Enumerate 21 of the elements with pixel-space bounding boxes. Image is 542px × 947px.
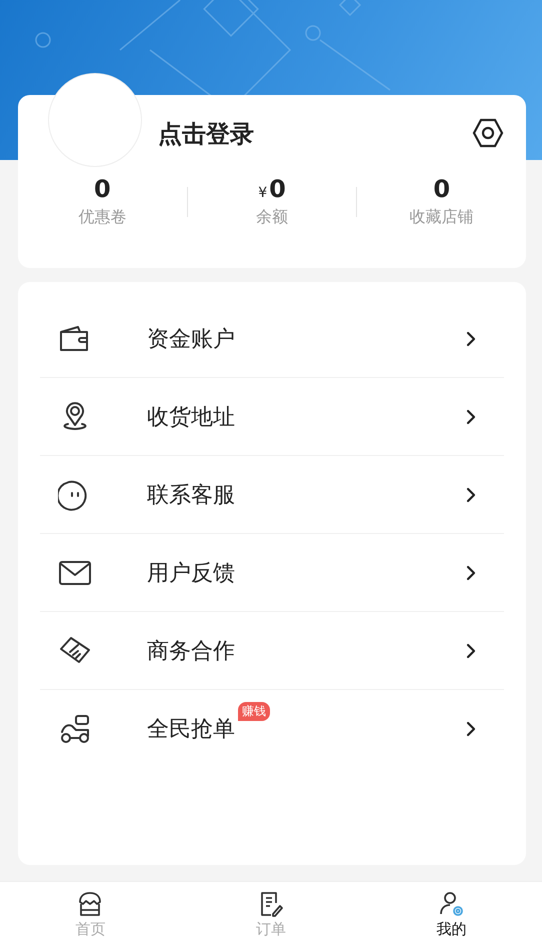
chevron-right-icon — [464, 486, 478, 504]
currency-symbol: ¥ — [258, 185, 268, 201]
chevron-right-icon — [464, 408, 478, 426]
stat-value: 0 — [94, 175, 111, 203]
menu-item[interactable]: 资金账户 — [147, 324, 235, 354]
settings-icon[interactable] — [472, 117, 504, 149]
chevron-right-icon — [464, 564, 478, 582]
stat-value: 0 — [433, 175, 450, 203]
menu-item[interactable]: 全民抢单 — [147, 714, 235, 744]
menu-item[interactable]: 收货地址 — [147, 402, 235, 432]
promo-badge: 赚钱 — [238, 702, 270, 720]
chevron-right-icon — [464, 330, 478, 348]
tab[interactable]: 我的 — [436, 920, 467, 939]
chevron-right-icon — [464, 720, 478, 738]
chevron-right-icon — [464, 642, 478, 660]
user-settings-icon — [438, 890, 466, 918]
menu-item[interactable]: 联系客服 — [147, 480, 235, 510]
menu-item[interactable]: 用户反馈 — [147, 558, 235, 588]
stat-value: 0 — [269, 175, 286, 203]
menu-item[interactable]: 商务合作 — [147, 636, 235, 666]
login-link[interactable]: 点击登录 — [158, 118, 254, 150]
